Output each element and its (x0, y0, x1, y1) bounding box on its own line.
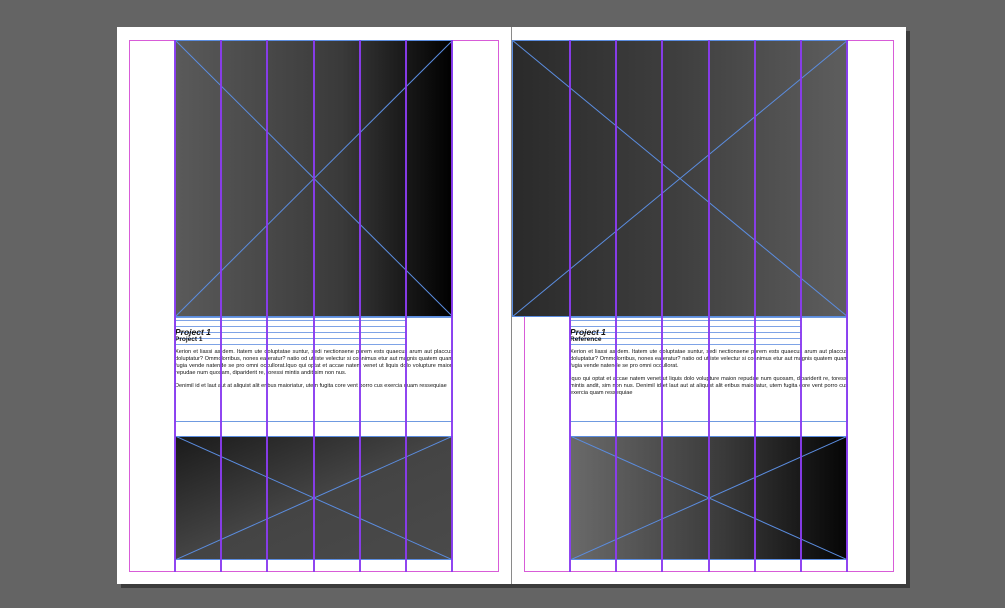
column-guide (754, 40, 756, 572)
right-top-image-frame[interactable] (512, 40, 848, 317)
column-guide (266, 40, 268, 572)
image-placeholder-icon (512, 40, 848, 317)
right-project-subtitle: Reference (570, 336, 602, 343)
column-guide (174, 40, 176, 572)
left-project-subtitle: Project 1 (175, 336, 203, 343)
column-guide (359, 40, 361, 572)
column-guide (313, 40, 315, 572)
left-page[interactable]: Project 1 Project 1 Xerion et liassi as … (117, 27, 511, 584)
column-guide (708, 40, 710, 572)
column-guide (661, 40, 663, 572)
column-guide (451, 40, 453, 572)
right-page[interactable]: Project 1 Reference Xerion et liassi as … (512, 27, 906, 584)
column-guide (569, 40, 571, 572)
column-guide (615, 40, 617, 572)
column-guide (800, 40, 802, 572)
column-guide (220, 40, 222, 572)
document-spread: Project 1 Project 1 Xerion et liassi as … (117, 27, 910, 588)
column-guide (846, 40, 848, 572)
column-guide (405, 40, 407, 572)
